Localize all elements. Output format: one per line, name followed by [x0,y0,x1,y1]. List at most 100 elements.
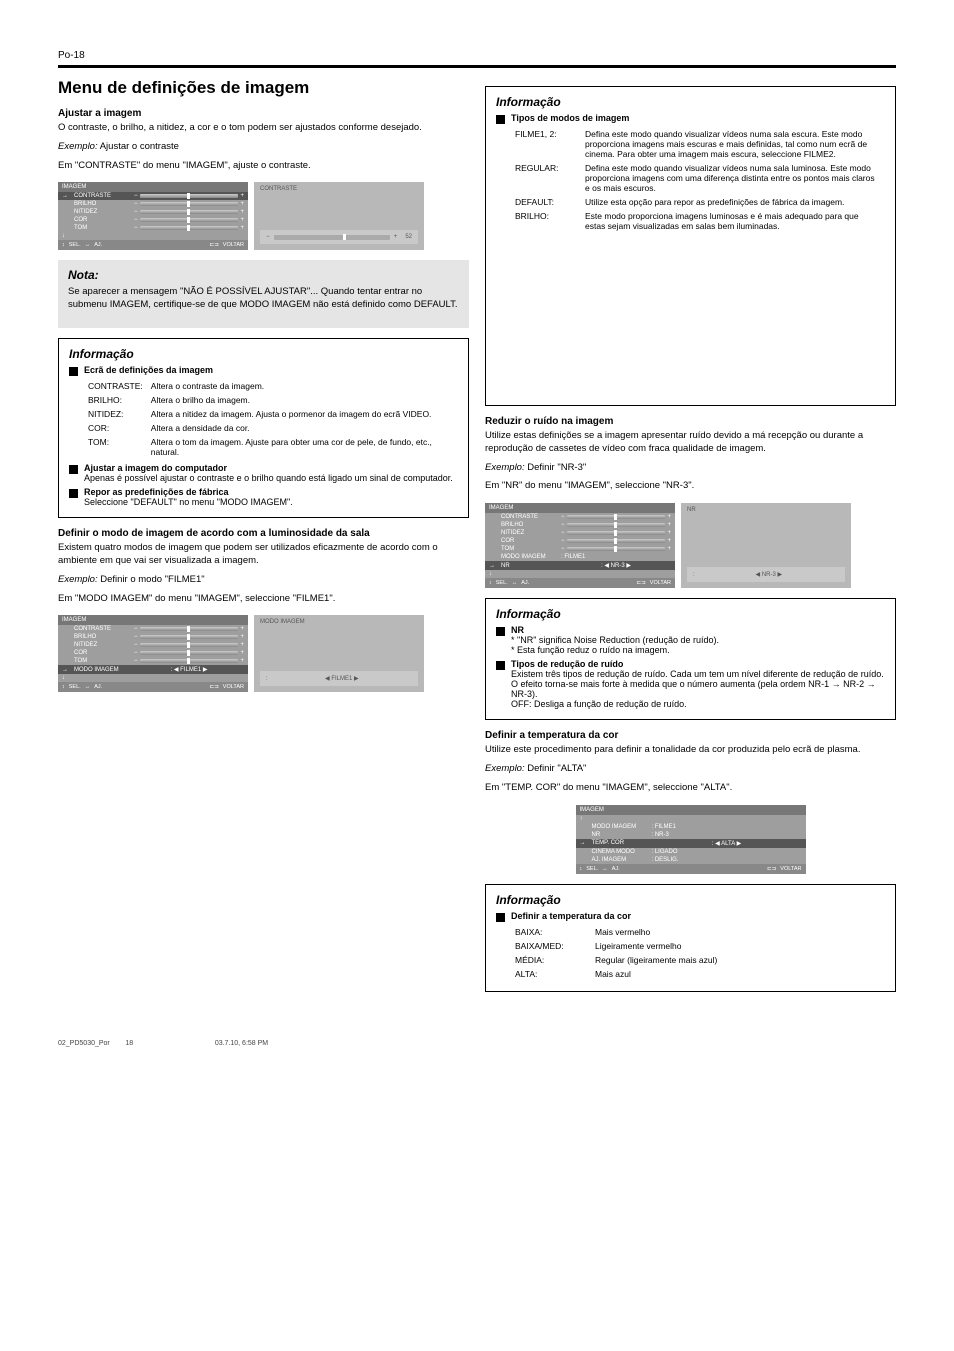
osd-value: ALTA [721,841,735,847]
osd-figure: IMAGEM ↑ MODO IMAGEM: FILME1 NR: NR-3 →T… [485,805,896,874]
osd-item: MODO IMAGEM [501,554,557,560]
osd-title: IMAGEM [576,805,806,815]
leftright-icon: ↔ [512,580,518,586]
osd-foot-sel: SEL. [69,242,81,248]
updown-icon: ↕ [580,866,583,872]
osd-item: TOM [74,658,130,664]
square-bullet-icon [496,913,505,922]
section-heading: Definir o modo de imagem de acordo com a… [58,528,469,539]
leftright-icon: ↔ [85,684,91,690]
info-item-body: Apenas é possível ajustar o contraste e … [84,473,458,483]
exit-icon: ⊏⊐ [637,580,646,586]
body-text: Em "MODO IMAGEM" do menu "IMAGEM", selec… [58,593,469,606]
example-text: Definir o modo "FILME1" [98,574,205,585]
body-text: O contraste, o brilho, a nitidez, a cor … [58,122,469,135]
example-line: Exemplo: Ajustar o contraste [58,141,469,154]
page-title: Menu de definições de imagem [58,78,469,98]
osd-sub-menu: NR : NR-3 [681,503,851,588]
osd-sub-menu: MODO IMAGEM : FILME1 [254,615,424,692]
body-text: Utilize estas definições se a imagem apr… [485,430,896,456]
right-column: Informação Tipos de modos de imagem FILM… [485,78,896,1000]
example-label: Exemplo: [58,574,98,585]
info-box: Informação Definir a temperatura da cor … [485,884,896,992]
osd-item: MODO IMAGEM [74,667,130,673]
osd-item: CINEMA MODO [592,849,648,855]
body-text: Em "CONTRASTE" do menu "IMAGEM", ajuste … [58,160,469,173]
square-bullet-icon [496,661,505,670]
info-heading: Informação [496,95,885,109]
section-heading: Reduzir o ruído na imagem [485,416,896,427]
osd-item: TOM [501,546,557,552]
arrow-right-icon: → [580,840,588,846]
exit-icon: ⊏⊐ [210,242,219,248]
example-label: Exemplo: [58,141,98,152]
osd-item: TOM [74,225,130,231]
osd-figure: IMAGEM CONTRASTE−+ BRILHO−+ NITIDEZ−+ CO… [485,503,896,588]
osd-main-menu: IMAGEM →CONTRASTE−+ BRILHO−+ NITIDEZ−+ C… [58,182,248,250]
osd-item: NITIDEZ [74,209,130,215]
updown-icon: ↕ [489,580,492,586]
osd-sub-label: NR [687,507,845,513]
example-line: Exemplo: Definir o modo "FILME1" [58,574,469,587]
osd-item: CONTRASTE [501,514,557,520]
arrow-right-icon: → [62,667,70,673]
example-line: Exemplo: Definir "ALTA" [485,763,896,776]
example-text: Definir "NR-3" [525,462,587,473]
square-bullet-icon [69,489,78,498]
square-bullet-icon [69,367,78,376]
osd-title: IMAGEM [58,182,248,192]
osd-item: AJ. IMAGEM [592,857,648,863]
osd-title: IMAGEM [485,503,675,513]
footer-page: 18 [125,1040,133,1047]
osd-item: NR [501,563,557,569]
body-text: Utilize este procedimento para definir a… [485,744,896,757]
osd-sub-label: MODO IMAGEM [260,619,418,625]
osd-item: NITIDEZ [74,642,130,648]
note-box: Nota: Se aparecer a mensagem "NÃO É POSS… [58,260,469,328]
osd-item: BRILHO [74,634,130,640]
osd-figure: IMAGEM CONTRASTE−+ BRILHO−+ NITIDEZ−+ CO… [58,615,469,692]
leftright-icon: ↔ [85,242,91,248]
example-label: Exemplo: [485,462,525,473]
top-rule [58,65,896,68]
square-bullet-icon [69,465,78,474]
arrow-down-icon: ↓ [62,675,70,681]
info-box: Informação Ecrã de definições da imagem … [58,338,469,518]
osd-item: BRILHO [501,522,557,528]
note-heading: Nota: [68,268,459,282]
osd-figure: IMAGEM →CONTRASTE−+ BRILHO−+ NITIDEZ−+ C… [58,182,469,250]
square-bullet-icon [496,627,505,636]
osd-item: CONTRASTE [74,626,130,632]
exit-icon: ⊏⊐ [210,684,219,690]
osd-value: NR-3 [611,563,625,569]
section-heading: Ajustar a imagem [58,108,469,119]
osd-value: FILME1 [180,667,201,673]
info-heading: Informação [69,347,458,361]
example-text: Ajustar o contraste [98,141,179,152]
updown-icon: ↕ [62,684,65,690]
info-heading: Informação [496,893,885,907]
info-item-title: Ecrã de definições da imagem [84,365,458,375]
osd-item: NITIDEZ [501,530,557,536]
page-number: Po-18 [58,50,896,61]
osd-item: TEMP. COR [592,840,648,846]
body-text: Existem quatro modos de imagem que podem… [58,542,469,568]
arrow-down-icon: ↓ [62,233,70,239]
example-text: Definir "ALTA" [525,763,587,774]
osd-main-menu: IMAGEM ↑ MODO IMAGEM: FILME1 NR: NR-3 →T… [576,805,806,874]
osd-title: IMAGEM [58,615,248,625]
osd-item: NR [592,832,648,838]
osd-item: CONTRASTE [74,193,130,199]
arrow-right-icon: → [489,563,497,569]
info-item-body: Existem três tipos de redução de ruído. … [511,669,885,709]
info-item-title: NR [511,625,885,635]
page: Po-18 Menu de definições de imagem Ajust… [0,0,954,1077]
info-item-title: Definir a temperatura da cor [511,911,885,921]
example-label: Exemplo: [485,763,525,774]
example-line: Exemplo: Definir "NR-3" [485,462,896,475]
info-item-body: * "NR" significa Noise Reduction (reduçã… [511,635,885,655]
body-text: Em "NR" do menu "IMAGEM", seleccione "NR… [485,480,896,493]
osd-sub-value: 52 [405,234,412,240]
body-text: Em "TEMP. COR" do menu "IMAGEM", selecci… [485,782,896,795]
arrow-down-icon: ↓ [489,571,497,577]
